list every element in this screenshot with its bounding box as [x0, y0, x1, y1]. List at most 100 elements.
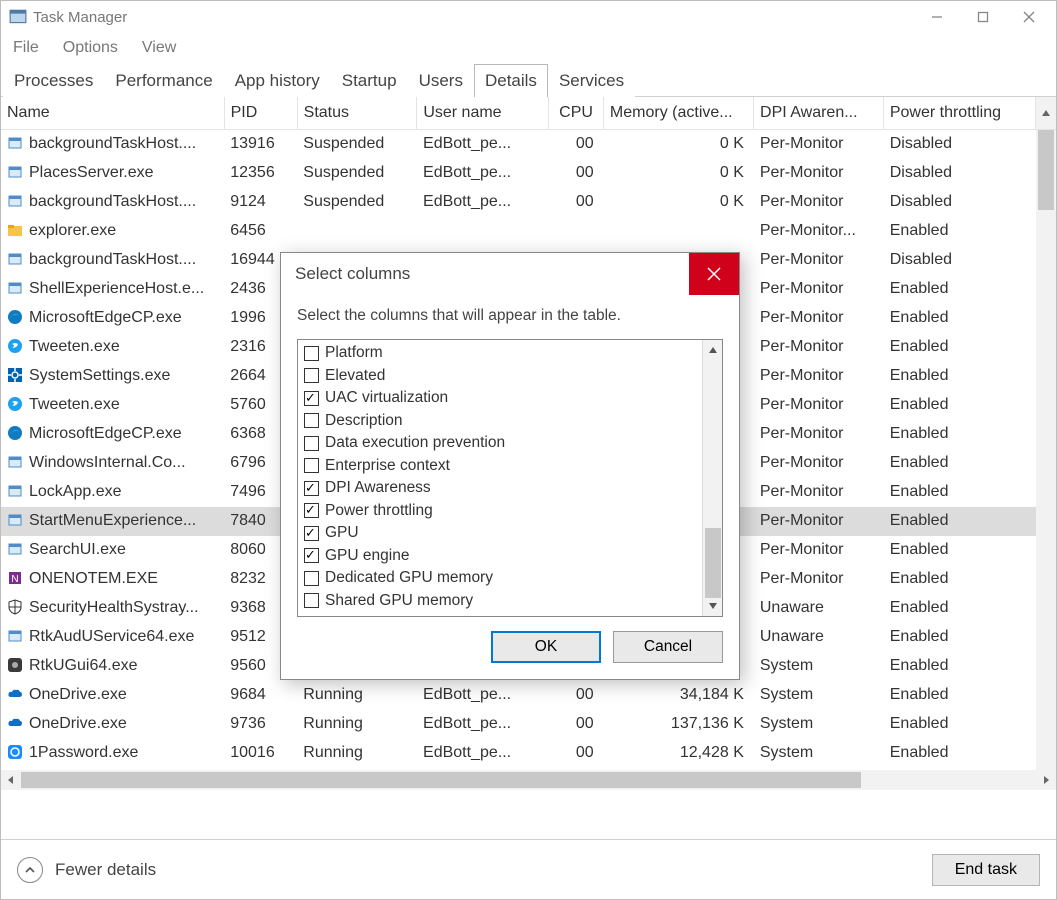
dialog-scroll-down[interactable] [703, 596, 723, 616]
cell-name: OneDrive.exe [29, 715, 127, 732]
menu-options[interactable]: Options [57, 37, 124, 59]
checkbox[interactable] [304, 346, 319, 361]
cell-user: EdBott_pe... [417, 710, 549, 739]
table-row[interactable]: OneDrive.exe9736RunningEdBott_pe...00137… [1, 710, 1036, 739]
table-row[interactable]: backgroundTaskHost....9124SuspendedEdBot… [1, 188, 1036, 217]
cell-memory: 0 K [604, 188, 754, 217]
column-option[interactable]: UAC virtualization [298, 387, 702, 410]
maximize-button[interactable] [960, 2, 1006, 32]
vertical-scrollbar[interactable] [1036, 130, 1056, 770]
column-option[interactable]: Power throttling [298, 500, 702, 523]
fewer-details-button[interactable]: Fewer details [17, 857, 156, 883]
dialog-scroll-up[interactable] [703, 340, 723, 360]
col-name[interactable]: Name [1, 97, 224, 129]
cell-power: Enabled [884, 565, 1036, 594]
dialog-scrollbar[interactable] [702, 340, 722, 616]
column-option[interactable]: Shared GPU memory [298, 590, 702, 613]
process-icon [7, 164, 23, 180]
column-option[interactable]: Platform [298, 342, 702, 365]
checkbox[interactable] [304, 391, 319, 406]
table-row[interactable]: PlacesServer.exe12356SuspendedEdBott_pe.… [1, 159, 1036, 188]
hscroll-thumb[interactable] [21, 772, 861, 788]
checkbox[interactable] [304, 436, 319, 451]
checkbox[interactable] [304, 571, 319, 586]
scroll-right-arrow[interactable] [1036, 775, 1056, 785]
cell-memory: 34,184 K [604, 681, 754, 710]
column-option-label: Power throttling [325, 502, 433, 520]
scrollbar-thumb[interactable] [1038, 130, 1054, 210]
column-option-label: GPU [325, 524, 359, 542]
checkbox[interactable] [304, 526, 319, 541]
checkbox[interactable] [304, 458, 319, 473]
table-row[interactable]: 1Password.exe10016RunningEdBott_pe...001… [1, 739, 1036, 768]
column-option[interactable]: Enterprise context [298, 455, 702, 478]
column-option-label: Data execution prevention [325, 434, 505, 452]
table-row[interactable]: OneDrive.exe9684RunningEdBott_pe...0034,… [1, 681, 1036, 710]
tab-performance[interactable]: Performance [104, 64, 223, 97]
end-task-button[interactable]: End task [932, 854, 1040, 886]
menu-file[interactable]: File [7, 37, 45, 59]
tab-details[interactable]: Details [474, 64, 548, 97]
cell-name: MicrosoftEdgeCP.exe [29, 425, 182, 442]
cell-dpi: System [754, 739, 884, 768]
cancel-button[interactable]: Cancel [613, 631, 723, 663]
table-row[interactable]: explorer.exe6456Per-Monitor...Enabled [1, 217, 1036, 246]
cell-dpi: Per-Monitor [754, 275, 884, 304]
tab-app-history[interactable]: App history [224, 64, 331, 97]
column-option[interactable]: GPU [298, 522, 702, 545]
menubar: File Options View [1, 33, 1056, 63]
column-option[interactable]: Dedicated GPU memory [298, 567, 702, 590]
close-button[interactable] [1006, 2, 1052, 32]
col-user[interactable]: User name [417, 97, 549, 129]
col-status[interactable]: Status [297, 97, 417, 129]
cell-dpi: Per-Monitor [754, 449, 884, 478]
window-title: Task Manager [33, 9, 127, 26]
checkbox[interactable] [304, 368, 319, 383]
cell-name: MicrosoftEdgeCP.exe [29, 309, 182, 326]
scroll-left-arrow[interactable] [1, 775, 21, 785]
cell-status: Running [297, 681, 417, 710]
checkbox[interactable] [304, 548, 319, 563]
cell-memory: 0 K [604, 130, 754, 159]
column-option[interactable]: GPU engine [298, 545, 702, 568]
cell-power: Enabled [884, 391, 1036, 420]
dialog-scroll-thumb[interactable] [705, 528, 721, 598]
process-icon [7, 454, 23, 470]
dialog-close-button[interactable] [689, 253, 739, 295]
column-option[interactable]: DPI Awareness [298, 477, 702, 500]
dialog-title: Select columns [295, 264, 410, 284]
checkbox[interactable] [304, 413, 319, 428]
tab-users[interactable]: Users [408, 64, 474, 97]
process-icon [7, 135, 23, 151]
cell-dpi: Per-Monitor [754, 391, 884, 420]
cell-user: EdBott_pe... [417, 739, 549, 768]
ok-button[interactable]: OK [491, 631, 601, 663]
menu-view[interactable]: View [136, 37, 182, 59]
column-option[interactable]: Elevated [298, 365, 702, 388]
tab-processes[interactable]: Processes [3, 64, 104, 97]
tab-startup[interactable]: Startup [331, 64, 408, 97]
checkbox[interactable] [304, 593, 319, 608]
cell-cpu [549, 217, 604, 246]
col-cpu[interactable]: CPU [549, 97, 604, 129]
column-option[interactable]: Description [298, 410, 702, 433]
horizontal-scrollbar[interactable] [1, 770, 1056, 790]
column-option[interactable]: Data execution prevention [298, 432, 702, 455]
checkbox[interactable] [304, 481, 319, 496]
scroll-up-arrow[interactable] [1036, 97, 1056, 130]
process-icon [7, 396, 23, 412]
col-pid[interactable]: PID [224, 97, 297, 129]
col-power[interactable]: Power throttling [883, 97, 1035, 129]
table-row[interactable]: backgroundTaskHost....13916SuspendedEdBo… [1, 130, 1036, 159]
cell-name: SystemSettings.exe [29, 367, 170, 384]
tab-services[interactable]: Services [548, 64, 635, 97]
cell-dpi: Per-Monitor [754, 130, 884, 159]
minimize-button[interactable] [914, 2, 960, 32]
dialog-buttons: OK Cancel [281, 631, 739, 679]
col-dpi[interactable]: DPI Awaren... [754, 97, 884, 129]
col-memory[interactable]: Memory (active... [603, 97, 753, 129]
checkbox[interactable] [304, 503, 319, 518]
app-icon [9, 8, 27, 26]
cell-dpi: System [754, 710, 884, 739]
cell-name: backgroundTaskHost.... [29, 251, 196, 268]
